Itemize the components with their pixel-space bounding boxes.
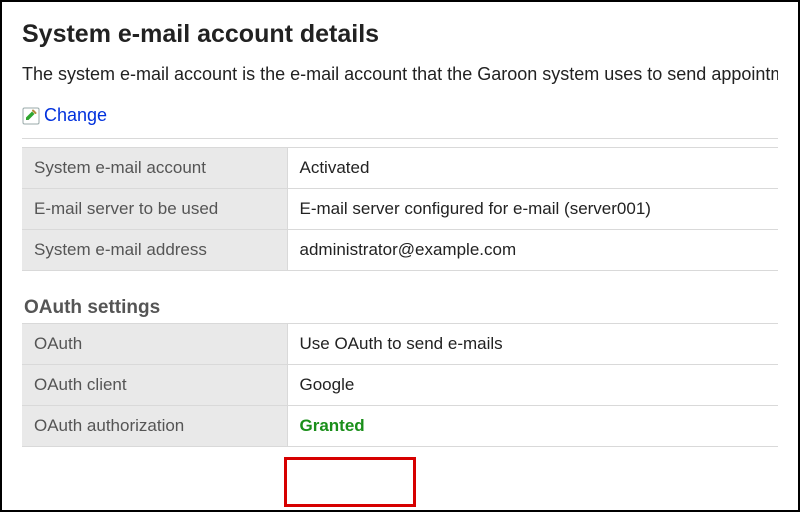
row-value: Use OAuth to send e-mails [287, 323, 778, 364]
row-value: Activated [287, 147, 778, 188]
table-row: System e-mail address administrator@exam… [22, 229, 778, 270]
divider [22, 138, 778, 139]
table-row: OAuth client Google [22, 364, 778, 405]
row-value: administrator@example.com [287, 229, 778, 270]
oauth-authorization-status: Granted [300, 416, 365, 435]
page-description: The system e-mail account is the e-mail … [22, 61, 778, 87]
row-label: OAuth client [22, 364, 287, 405]
highlight-annotation [284, 457, 416, 507]
row-label: OAuth [22, 323, 287, 364]
change-link-label: Change [44, 105, 107, 126]
row-label: System e-mail address [22, 229, 287, 270]
action-bar: Change [22, 105, 778, 130]
row-value: E-mail server configured for e-mail (ser… [287, 188, 778, 229]
account-details-table: System e-mail account Activated E-mail s… [22, 147, 778, 271]
table-row: OAuth Use OAuth to send e-mails [22, 323, 778, 364]
row-value: Granted [287, 405, 778, 446]
page-title: System e-mail account details [22, 20, 778, 49]
row-value: Google [287, 364, 778, 405]
oauth-settings-heading: OAuth settings [24, 297, 778, 319]
row-label: E-mail server to be used [22, 188, 287, 229]
table-row: System e-mail account Activated [22, 147, 778, 188]
row-label: System e-mail account [22, 147, 287, 188]
system-email-account-panel: System e-mail account details The system… [0, 0, 800, 512]
edit-icon [22, 107, 40, 125]
oauth-settings-table: OAuth Use OAuth to send e-mails OAuth cl… [22, 323, 778, 447]
table-row: OAuth authorization Granted [22, 405, 778, 446]
row-label: OAuth authorization [22, 405, 287, 446]
table-row: E-mail server to be used E-mail server c… [22, 188, 778, 229]
change-link[interactable]: Change [22, 105, 107, 126]
